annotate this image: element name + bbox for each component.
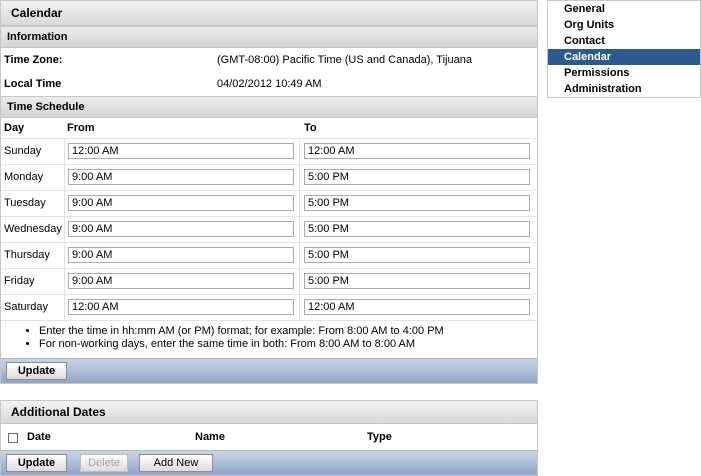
nav-item-calendar[interactable]: Calendar bbox=[548, 49, 700, 65]
select-all-checkbox[interactable] bbox=[8, 433, 18, 443]
time-zone-label: Time Zone: bbox=[4, 54, 63, 66]
additional-update-button[interactable]: Update bbox=[6, 454, 67, 472]
nav-item-label: Org Units bbox=[564, 19, 615, 31]
column-divider bbox=[299, 243, 300, 268]
day-label: Sunday bbox=[4, 145, 42, 157]
additional-dates-title: Additional Dates bbox=[1, 401, 537, 424]
column-divider bbox=[64, 269, 65, 294]
col-from-header: From bbox=[67, 122, 95, 134]
day-label: Wednesday bbox=[4, 223, 62, 235]
schedule-row: Thursday bbox=[1, 243, 537, 269]
calendar-panel: Calendar Information Time Zone: (GMT-08:… bbox=[0, 0, 538, 384]
col-name-header: Name bbox=[195, 431, 225, 443]
schedule-row: Friday bbox=[1, 269, 537, 295]
column-divider bbox=[299, 139, 300, 164]
column-divider bbox=[64, 139, 65, 164]
schedule-header-row: Day From To bbox=[1, 118, 537, 139]
side-navigation: General Org Units Contact Calendar Permi… bbox=[547, 0, 701, 98]
nav-item-label: Calendar bbox=[564, 51, 612, 63]
column-divider bbox=[299, 269, 300, 294]
panel-title: Calendar bbox=[1, 1, 537, 26]
from-time-input[interactable] bbox=[68, 195, 294, 211]
schedule-row: Saturday bbox=[1, 295, 537, 321]
nav-item-label: General bbox=[564, 3, 605, 15]
day-label: Saturday bbox=[4, 301, 49, 313]
add-new-button[interactable]: Add New bbox=[139, 454, 213, 472]
nav-item-label: Administration bbox=[564, 83, 642, 95]
column-divider bbox=[64, 191, 65, 216]
col-day-header: Day bbox=[4, 122, 25, 134]
col-to-header: To bbox=[304, 122, 317, 134]
note-item: Enter the time in hh:mm AM (or PM) forma… bbox=[39, 325, 537, 338]
nav-item-administration[interactable]: Administration bbox=[548, 81, 700, 97]
from-time-input[interactable] bbox=[68, 299, 294, 315]
column-divider bbox=[64, 217, 65, 242]
column-divider bbox=[299, 191, 300, 216]
local-time-row: Local Time 04/02/2012 10:49 AM bbox=[1, 72, 537, 96]
local-time-value: 04/02/2012 10:49 AM bbox=[217, 78, 322, 90]
schedule-row: Sunday bbox=[1, 139, 537, 165]
nav-item-permissions[interactable]: Permissions bbox=[548, 65, 700, 81]
update-button[interactable]: Update bbox=[6, 362, 67, 380]
time-zone-value: (GMT-08:00) Pacific Time (US and Canada)… bbox=[217, 54, 472, 66]
day-label: Tuesday bbox=[4, 197, 46, 209]
column-divider bbox=[299, 295, 300, 320]
additional-dates-footer: Update Delete Add New bbox=[1, 450, 537, 475]
to-time-input[interactable] bbox=[304, 221, 530, 237]
schedule-row: Monday bbox=[1, 165, 537, 191]
from-time-input[interactable] bbox=[68, 273, 294, 289]
day-label: Monday bbox=[4, 171, 44, 183]
column-divider bbox=[64, 165, 65, 190]
schedule-footer: Update bbox=[1, 358, 537, 383]
note-item: For non-working days, enter the same tim… bbox=[39, 338, 537, 351]
col-type-header: Type bbox=[367, 431, 392, 443]
nav-item-general[interactable]: General bbox=[548, 1, 700, 17]
to-time-input[interactable] bbox=[304, 273, 530, 289]
information-header: Information bbox=[1, 26, 537, 48]
from-time-input[interactable] bbox=[68, 247, 294, 263]
nav-item-org-units[interactable]: Org Units bbox=[548, 17, 700, 33]
from-time-input[interactable] bbox=[68, 221, 294, 237]
delete-button[interactable]: Delete bbox=[80, 454, 128, 472]
to-time-input[interactable] bbox=[304, 195, 530, 211]
to-time-input[interactable] bbox=[304, 247, 530, 263]
active-arrow-icon bbox=[548, 51, 557, 63]
schedule-row: Tuesday bbox=[1, 191, 537, 217]
col-date-header: Date bbox=[27, 431, 51, 443]
additional-dates-panel: Additional Dates Date Name Type Update D… bbox=[0, 400, 538, 476]
nav-item-contact[interactable]: Contact bbox=[548, 33, 700, 49]
column-divider bbox=[64, 295, 65, 320]
column-divider bbox=[64, 243, 65, 268]
from-time-input[interactable] bbox=[68, 169, 294, 185]
schedule-row: Wednesday bbox=[1, 217, 537, 243]
additional-dates-header-row: Date Name Type bbox=[1, 424, 537, 450]
to-time-input[interactable] bbox=[304, 143, 530, 159]
nav-item-label: Permissions bbox=[564, 67, 630, 79]
day-label: Thursday bbox=[4, 249, 50, 261]
column-divider bbox=[299, 165, 300, 190]
day-label: Friday bbox=[4, 275, 35, 287]
nav-item-label: Contact bbox=[564, 35, 605, 47]
schedule-notes: Enter the time in hh:mm AM (or PM) forma… bbox=[1, 321, 537, 353]
time-schedule-header: Time Schedule bbox=[1, 96, 537, 118]
column-divider bbox=[299, 217, 300, 242]
to-time-input[interactable] bbox=[304, 299, 530, 315]
to-time-input[interactable] bbox=[304, 169, 530, 185]
schedule-table: Day From To Sunday Monday Tuesday Wednes… bbox=[1, 118, 537, 321]
time-zone-row: Time Zone: (GMT-08:00) Pacific Time (US … bbox=[1, 48, 537, 72]
local-time-label: Local Time bbox=[4, 78, 62, 90]
from-time-input[interactable] bbox=[68, 143, 294, 159]
